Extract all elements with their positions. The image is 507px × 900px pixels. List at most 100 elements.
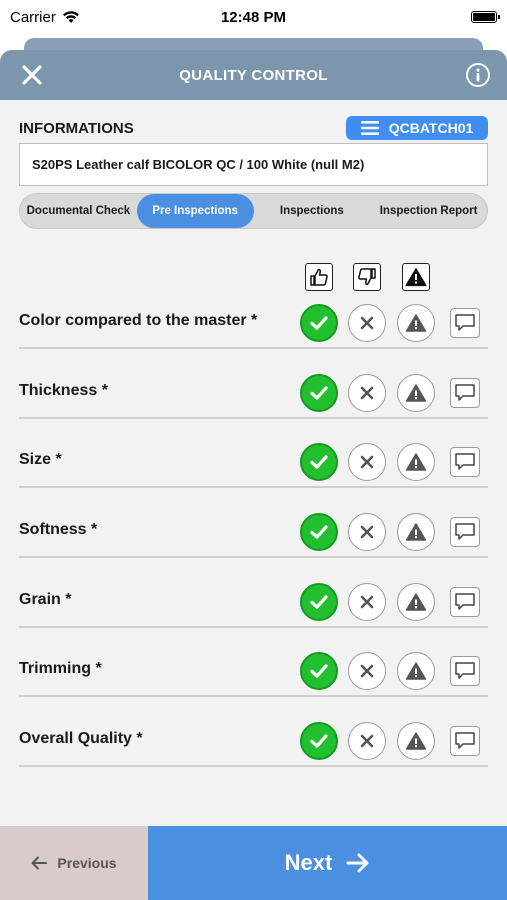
comment-icon bbox=[455, 453, 475, 471]
check-icon bbox=[310, 595, 328, 609]
column-headers bbox=[0, 263, 507, 293]
approve-button[interactable] bbox=[300, 722, 338, 761]
footer: Previous Next bbox=[0, 826, 507, 900]
warning-icon bbox=[405, 593, 427, 611]
description-field: S20PS Leather calf BICOLOR QC / 100 Whit… bbox=[19, 143, 488, 186]
comment-button[interactable] bbox=[450, 377, 480, 408]
warning-icon bbox=[405, 314, 427, 332]
check-row: Color compared to the master * bbox=[0, 298, 507, 368]
comment-button[interactable] bbox=[450, 726, 480, 757]
close-icon[interactable] bbox=[20, 63, 44, 87]
previous-button[interactable]: Previous bbox=[0, 826, 148, 900]
warning-icon bbox=[405, 453, 427, 472]
check-row: Overall Quality * bbox=[0, 716, 507, 786]
warning-icon bbox=[405, 523, 427, 541]
warning-button[interactable] bbox=[397, 582, 435, 621]
check-icon bbox=[310, 386, 328, 400]
warning-button[interactable] bbox=[397, 373, 435, 412]
arrow-left-icon bbox=[31, 856, 48, 870]
approve-button[interactable] bbox=[300, 304, 338, 342]
x-icon bbox=[360, 316, 374, 330]
row-divider bbox=[19, 625, 488, 628]
tab-documental-check[interactable]: Documental Check bbox=[20, 194, 137, 228]
x-icon bbox=[360, 456, 374, 469]
wifi-icon bbox=[62, 11, 79, 23]
check-row: Size * bbox=[0, 437, 507, 507]
approve-button[interactable] bbox=[300, 443, 338, 482]
approve-button[interactable] bbox=[300, 513, 338, 552]
comment-button[interactable] bbox=[450, 447, 480, 478]
warning-button[interactable] bbox=[397, 513, 435, 552]
reject-button[interactable] bbox=[348, 513, 386, 552]
comment-button[interactable] bbox=[450, 586, 480, 617]
check-label: Overall Quality * bbox=[19, 730, 143, 748]
x-icon bbox=[360, 525, 374, 539]
reject-button[interactable] bbox=[348, 304, 386, 342]
check-label: Thickness * bbox=[19, 381, 108, 399]
tab-inspections[interactable]: Inspections bbox=[254, 194, 371, 228]
warning-icon bbox=[405, 732, 427, 750]
comment-icon bbox=[455, 383, 475, 401]
warning-button[interactable] bbox=[397, 722, 435, 761]
row-divider bbox=[19, 416, 488, 419]
comment-icon bbox=[455, 732, 475, 749]
informations-label: INFORMATIONS bbox=[19, 119, 134, 137]
check-icon bbox=[310, 664, 328, 679]
page-title: QUALITY CONTROL bbox=[179, 66, 328, 84]
reject-button[interactable] bbox=[348, 582, 386, 621]
check-icon bbox=[310, 525, 328, 539]
warning-button[interactable] bbox=[397, 304, 435, 342]
header-bar: QUALITY CONTROL bbox=[0, 50, 507, 100]
check-label: Color compared to the master * bbox=[19, 312, 258, 329]
x-icon bbox=[360, 595, 374, 609]
battery-icon bbox=[471, 11, 500, 23]
status-left: Carrier bbox=[10, 9, 80, 26]
comment-icon bbox=[455, 662, 475, 680]
x-icon bbox=[360, 734, 374, 748]
arrow-right-icon bbox=[346, 853, 369, 873]
row-divider bbox=[19, 347, 488, 349]
comment-button[interactable] bbox=[450, 656, 480, 687]
comment-button[interactable] bbox=[450, 308, 480, 338]
check-label: Trimming * bbox=[19, 660, 102, 678]
check-row: Trimming * bbox=[0, 646, 507, 716]
row-divider bbox=[19, 695, 488, 698]
warning-button[interactable] bbox=[397, 652, 435, 691]
check-icon bbox=[310, 455, 328, 469]
info-row: INFORMATIONS QCBATCH01 bbox=[19, 116, 488, 140]
reject-button[interactable] bbox=[348, 443, 386, 482]
batch-code: QCBATCH01 bbox=[388, 120, 474, 136]
x-icon bbox=[360, 386, 374, 399]
reject-button[interactable] bbox=[348, 373, 386, 412]
list-icon bbox=[360, 121, 379, 135]
thumbs-down-icon bbox=[353, 263, 381, 291]
reject-button[interactable] bbox=[348, 652, 386, 691]
row-divider bbox=[19, 765, 488, 768]
comment-icon bbox=[455, 523, 475, 540]
warning-button[interactable] bbox=[397, 443, 435, 482]
check-icon bbox=[310, 734, 328, 748]
approve-button[interactable] bbox=[300, 652, 338, 691]
x-icon bbox=[360, 665, 374, 678]
check-label: Softness * bbox=[19, 521, 98, 539]
comment-button[interactable] bbox=[450, 517, 480, 548]
row-divider bbox=[19, 556, 488, 559]
comment-icon bbox=[455, 314, 475, 331]
thumbs-up-icon bbox=[305, 263, 333, 291]
warning-icon bbox=[402, 263, 430, 291]
batch-button[interactable]: QCBATCH01 bbox=[346, 116, 488, 140]
tab-pre-inspections[interactable]: Pre Inspections bbox=[136, 194, 254, 228]
tab-bar: Documental Check Pre Inspections Inspect… bbox=[19, 193, 488, 229]
check-row: Grain * bbox=[0, 577, 507, 647]
reject-button[interactable] bbox=[348, 722, 386, 761]
next-button[interactable]: Next bbox=[148, 826, 507, 900]
warning-icon bbox=[405, 662, 427, 681]
check-label: Grain * bbox=[19, 590, 72, 608]
next-label: Next bbox=[284, 850, 333, 875]
status-bar: Carrier 12:48 PM bbox=[0, 0, 507, 34]
approve-button[interactable] bbox=[300, 582, 338, 621]
row-divider bbox=[19, 486, 488, 489]
tab-inspection-report[interactable]: Inspection Report bbox=[370, 194, 487, 228]
approve-button[interactable] bbox=[300, 373, 338, 412]
info-icon[interactable] bbox=[465, 62, 491, 88]
